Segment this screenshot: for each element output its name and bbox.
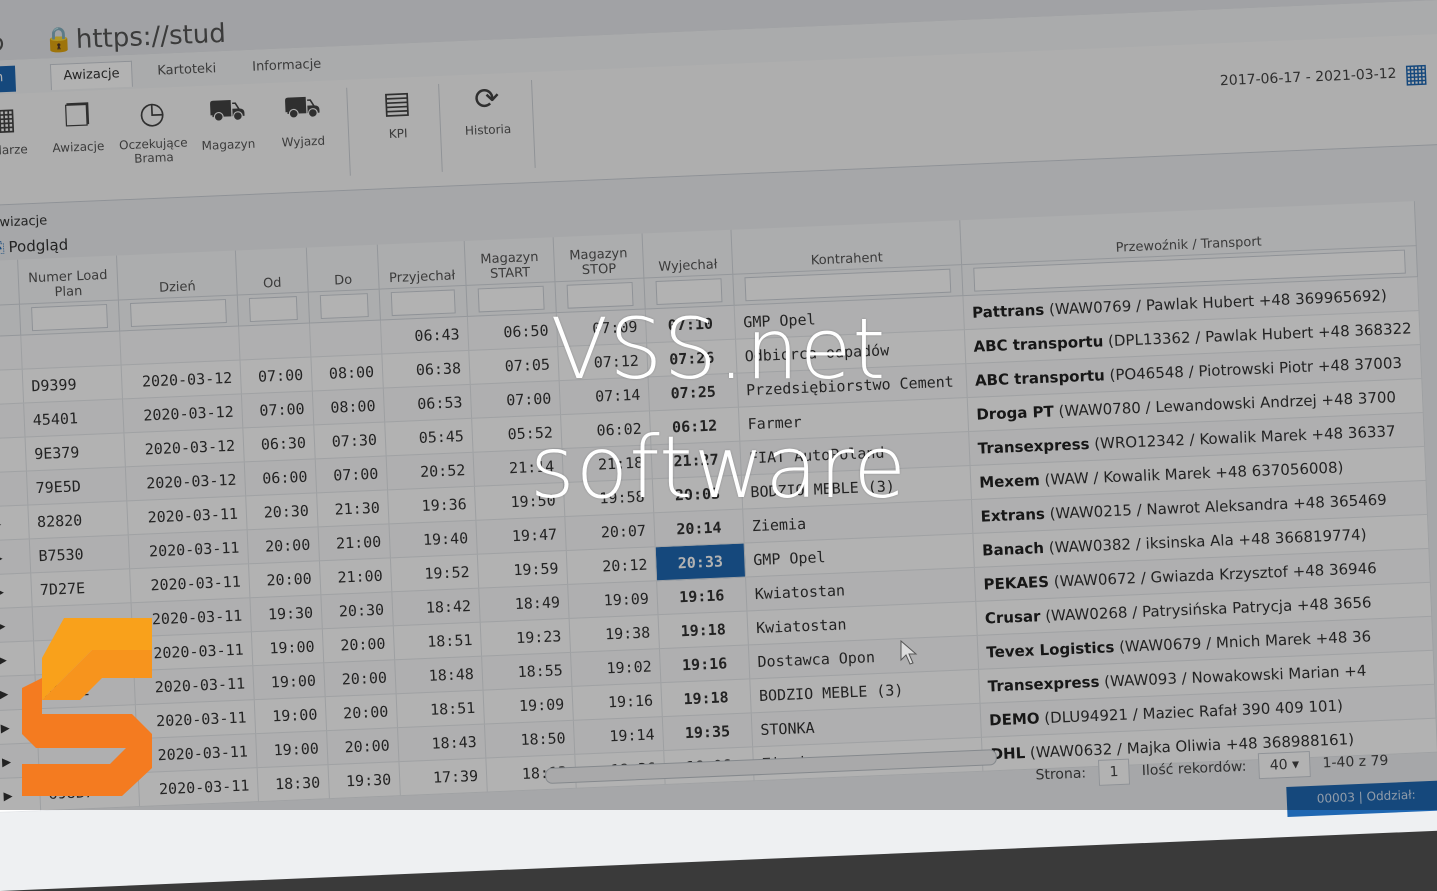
watermark-subtitle: software — [529, 418, 908, 518]
mouse-cursor-icon — [900, 640, 918, 665]
dim-overlay — [0, 0, 1437, 810]
vss-logo-icon — [22, 618, 152, 796]
watermark-title: VSS.net — [550, 300, 887, 398]
